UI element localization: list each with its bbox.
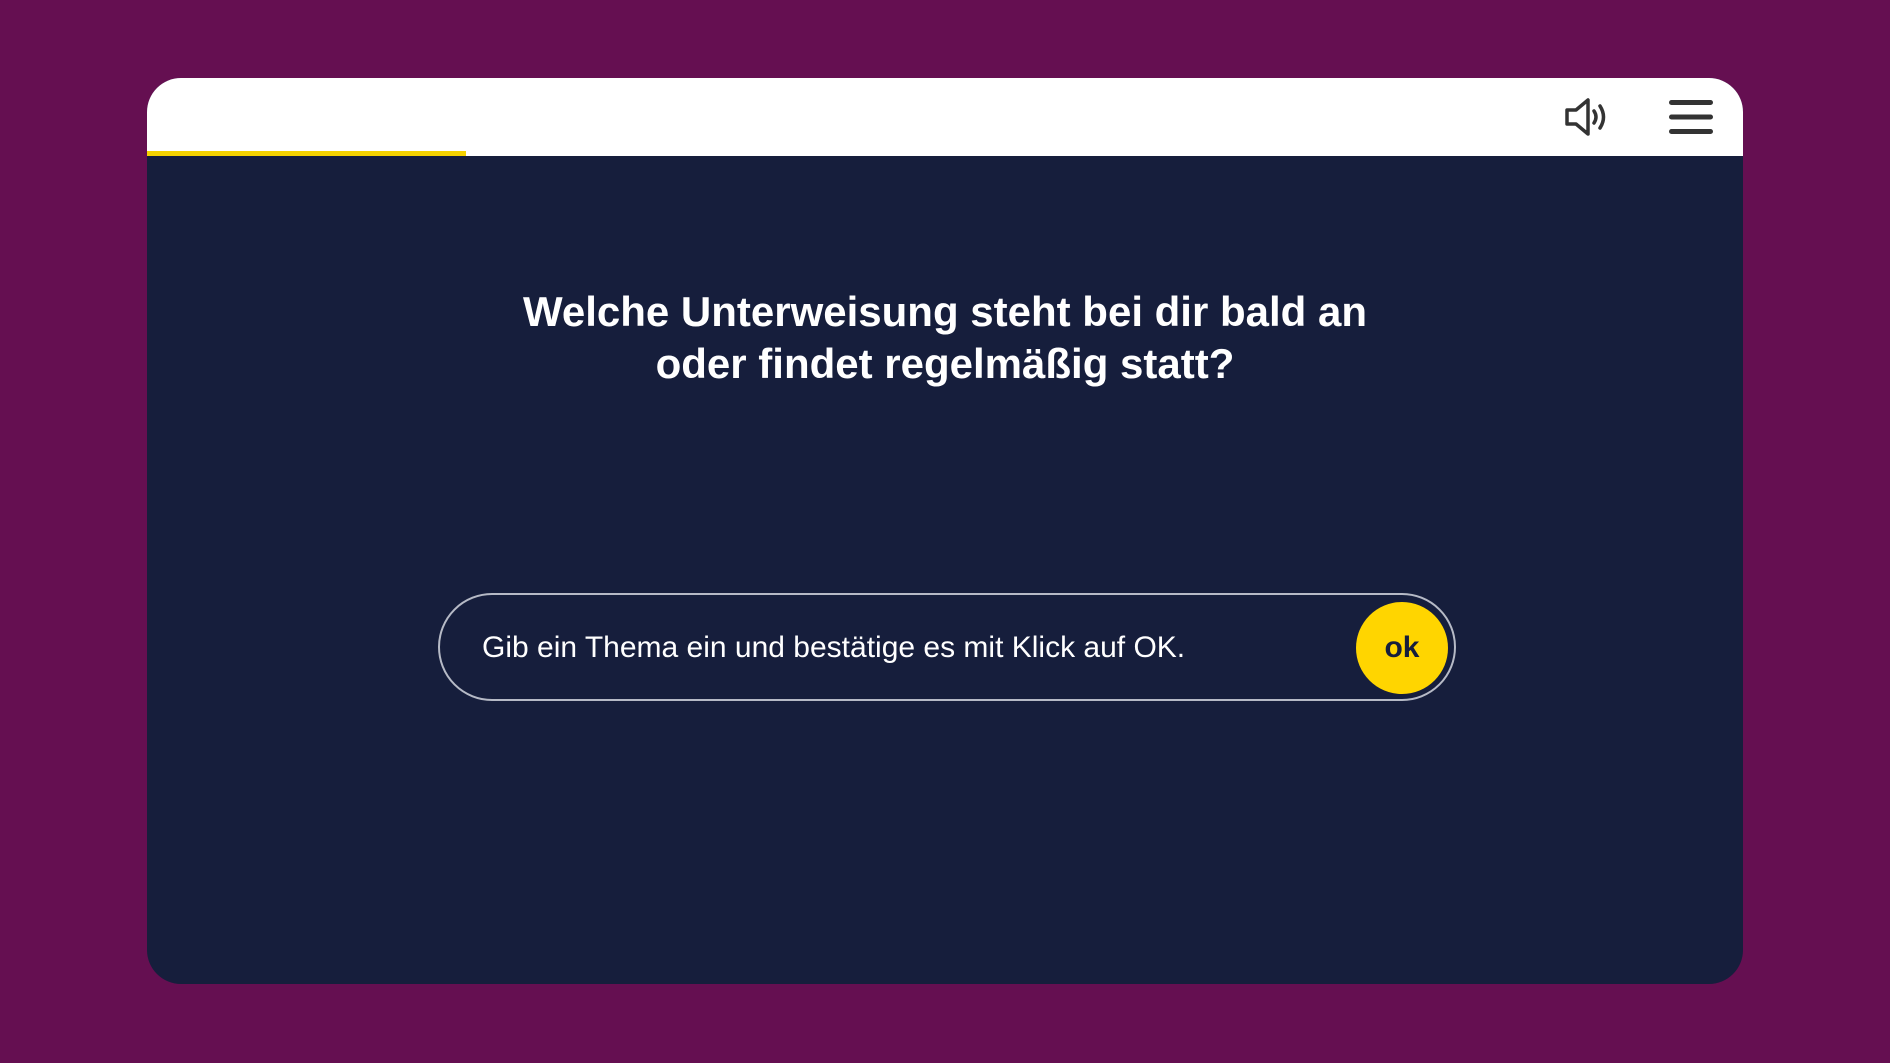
question-line-1: Welche Unterweisung steht bei dir bald a… [522,288,1368,335]
question-area: Welche Unterweisung steht bei dir bald a… [147,156,1743,984]
top-bar [147,78,1743,156]
speaker-volume-icon [1565,98,1606,136]
hamburger-menu-icon [1669,100,1713,134]
question-title: Welche Unterweisung steht bei dir bald a… [147,286,1743,390]
question-line-2: oder findet regelmäßig statt? [655,340,1235,387]
quiz-card: Welche Unterweisung steht bei dir bald a… [147,78,1743,984]
answer-form: ok [438,593,1456,701]
ok-button[interactable]: ok [1356,602,1448,694]
sound-button[interactable] [1558,88,1616,146]
menu-button[interactable] [1662,88,1720,146]
topic-input[interactable] [480,613,1344,683]
